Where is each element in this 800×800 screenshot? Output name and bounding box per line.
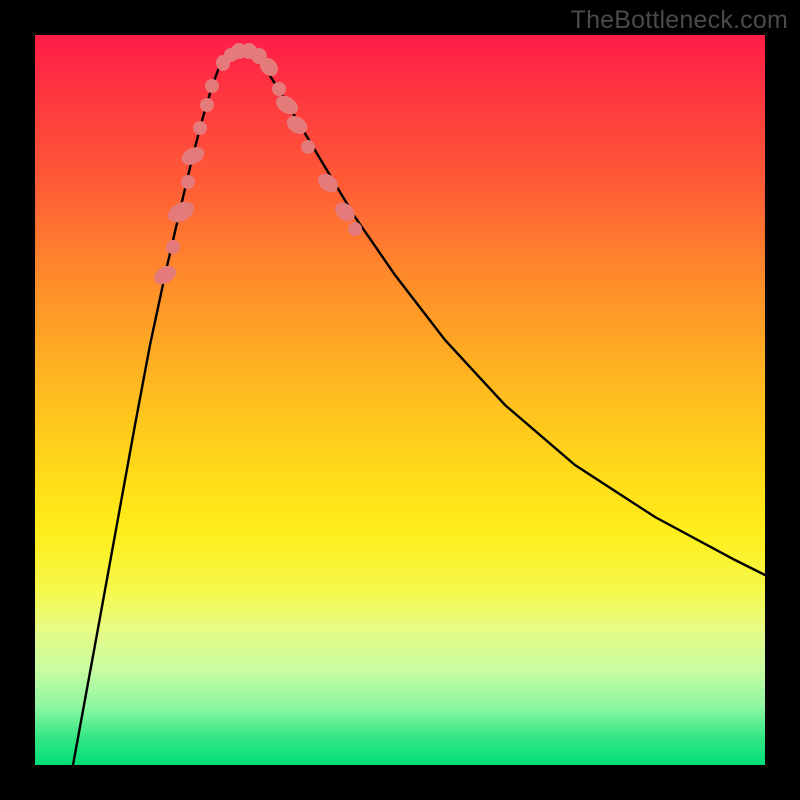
right-curve: [243, 50, 765, 575]
highlight-dots: [151, 43, 362, 288]
highlight-dot: [179, 144, 208, 169]
highlight-dot: [166, 240, 180, 254]
highlight-dot: [205, 79, 219, 93]
chart-frame: TheBottleneck.com: [0, 0, 800, 800]
highlight-dot: [200, 98, 214, 112]
plot-area: [35, 35, 765, 765]
highlight-dot: [272, 82, 286, 96]
watermark-text: TheBottleneck.com: [571, 6, 788, 35]
highlight-dot: [273, 92, 302, 118]
highlight-dot: [331, 199, 358, 225]
highlight-dot: [151, 262, 180, 288]
left-curve: [73, 50, 243, 765]
highlight-dot: [193, 121, 207, 135]
highlight-dot: [301, 140, 315, 154]
highlight-dot: [181, 175, 195, 189]
highlight-dot: [348, 222, 362, 236]
curves-svg: [35, 35, 765, 765]
